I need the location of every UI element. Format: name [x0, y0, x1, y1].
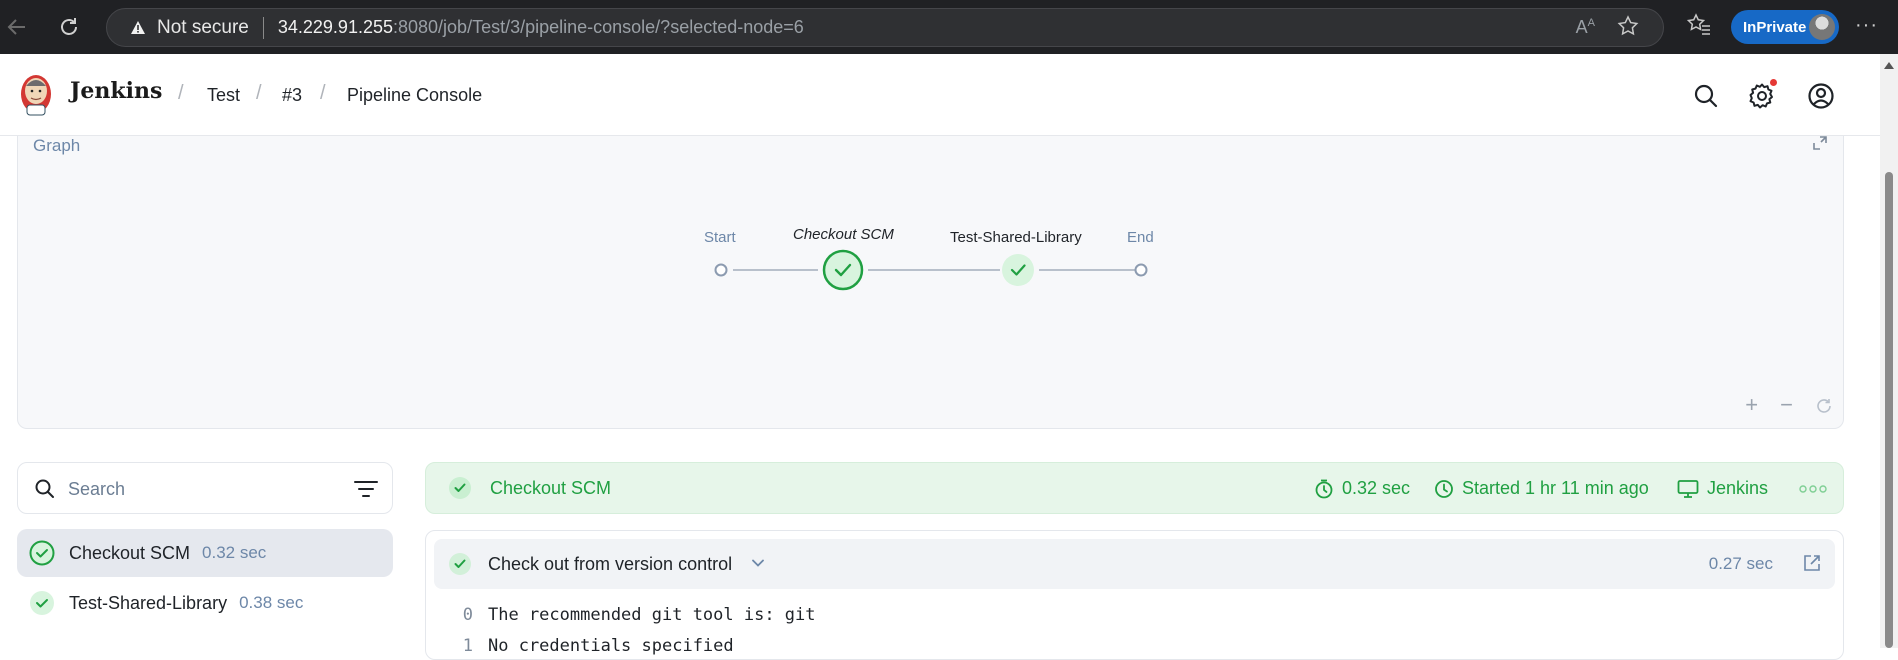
timer-icon: [1315, 479, 1333, 498]
jenkins-logo-icon[interactable]: [18, 72, 54, 118]
zoom-controls: + −: [1745, 392, 1833, 418]
success-check-icon: [449, 477, 471, 499]
graph-node-checkout-scm[interactable]: [822, 249, 864, 291]
favorites-icon[interactable]: [1686, 12, 1712, 43]
favorite-star-icon[interactable]: [1617, 15, 1639, 42]
zoom-out-icon[interactable]: −: [1780, 392, 1793, 418]
computer-icon: [1677, 479, 1699, 498]
zoom-in-icon[interactable]: +: [1745, 392, 1758, 418]
success-check-icon: [449, 553, 471, 575]
breadcrumb-pipeline-console[interactable]: Pipeline Console: [347, 85, 482, 106]
stage-duration: 0.38 sec: [239, 593, 304, 612]
filter-icon[interactable]: [354, 480, 378, 498]
inprivate-label: InPrivate: [1743, 18, 1807, 36]
scrollbar-thumb[interactable]: [1885, 172, 1893, 648]
stage-detail-agent-text[interactable]: Jenkins: [1707, 478, 1768, 499]
log-line-text: No credentials specified: [488, 636, 734, 656]
url-host[interactable]: 34.229.91.255: [278, 17, 393, 38]
url-path[interactable]: :8080/job/Test/3/pipeline-console/?selec…: [393, 17, 804, 38]
back-icon[interactable]: [0, 10, 34, 44]
user-icon[interactable]: [1807, 82, 1835, 110]
stage-search-input[interactable]: [68, 473, 328, 505]
open-external-icon[interactable]: [1803, 554, 1821, 572]
log-line: 1 No credentials specified: [426, 636, 734, 656]
page-scrollbar[interactable]: [1880, 54, 1898, 648]
stage-detail-duration: 0.32 sec: [1314, 478, 1410, 499]
notification-dot: [1770, 79, 1777, 86]
stage-name: Test-Shared-Library: [69, 592, 228, 613]
stage-detail-header: Checkout SCM 0.32 sec Started 1 hr 11 mi…: [425, 462, 1844, 514]
read-aloud-icon[interactable]: AA: [1576, 17, 1595, 38]
more-icon[interactable]: ···: [1855, 14, 1878, 37]
stage-list-item-checkout-scm[interactable]: Checkout SCM 0.32 sec: [17, 529, 393, 577]
stage-search: [17, 462, 393, 514]
graph-node-test-shared-library[interactable]: [1002, 254, 1034, 286]
chevron-down-icon[interactable]: [750, 555, 766, 571]
stage-list-item-test-shared-library[interactable]: Test-Shared-Library 0.38 sec: [17, 579, 393, 627]
stage-name: Checkout SCM: [69, 542, 191, 563]
inprivate-badge[interactable]: InPrivate: [1731, 10, 1839, 44]
pipeline-graph: [714, 249, 1148, 291]
breadcrumb-separator: /: [178, 82, 184, 104]
stage-detail-started: Started 1 hr 11 min ago: [1434, 478, 1649, 499]
warning-icon[interactable]: [129, 19, 147, 37]
pipeline-graph-panel: Graph Start Checkout SCM Test-Shared-Lib…: [17, 136, 1844, 429]
step-duration: 0.27 sec: [1708, 554, 1773, 573]
graph-node-start[interactable]: [714, 263, 728, 277]
brand-name[interactable]: Jenkins: [70, 78, 162, 104]
breadcrumb-separator: /: [256, 82, 262, 104]
breadcrumb-build[interactable]: #3: [282, 85, 302, 106]
stage-detail-duration-text: 0.32 sec: [1342, 478, 1411, 498]
clock-icon: [1435, 479, 1453, 498]
graph-label-test-shared-library: Test-Shared-Library: [950, 229, 1082, 246]
stage-duration: 0.32 sec: [202, 543, 267, 562]
graph-label-end: End: [1127, 229, 1154, 246]
gear-icon[interactable]: [1748, 82, 1776, 110]
success-check-icon: [29, 540, 55, 566]
step-header[interactable]: Check out from version control 0.27 sec: [434, 539, 1835, 589]
log-line-number[interactable]: 1: [426, 636, 473, 656]
address-bar[interactable]: Not secure 34.229.91.255:8080/job/Test/3…: [106, 8, 1664, 47]
success-check-icon: [30, 591, 54, 615]
not-secure-label[interactable]: Not secure: [157, 17, 249, 39]
search-icon[interactable]: [1692, 82, 1720, 110]
breadcrumb-separator: /: [320, 82, 326, 104]
reload-icon[interactable]: [52, 10, 86, 44]
graph-label-start: Start: [704, 229, 736, 246]
stage-detail-title: Checkout SCM: [490, 478, 612, 498]
address-divider: [262, 16, 264, 39]
step-panel: Check out from version control 0.27 sec …: [425, 530, 1844, 660]
graph-label-checkout-scm: Checkout SCM: [793, 226, 894, 243]
step-title: Check out from version control: [488, 554, 733, 574]
graph-node-end[interactable]: [1134, 263, 1148, 277]
scroll-up-arrow-icon[interactable]: [1884, 62, 1894, 69]
log-line: 0 The recommended git tool is: git: [426, 605, 816, 625]
search-icon: [35, 479, 54, 498]
log-line-number[interactable]: 0: [426, 605, 473, 625]
log-line-text: The recommended git tool is: git: [488, 605, 816, 625]
browser-toolbar: Not secure 34.229.91.255:8080/job/Test/3…: [0, 0, 1898, 54]
more-options-icon[interactable]: [1799, 484, 1827, 494]
profile-avatar: [1809, 14, 1835, 40]
jenkins-header: Jenkins / Test / #3 / Pipeline Console: [0, 54, 1880, 136]
breadcrumb-test[interactable]: Test: [207, 85, 240, 106]
stage-detail-started-text: Started 1 hr 11 min ago: [1462, 478, 1649, 498]
stage-detail-agent[interactable]: Jenkins: [1677, 478, 1768, 499]
reset-zoom-icon[interactable]: [1815, 397, 1833, 415]
